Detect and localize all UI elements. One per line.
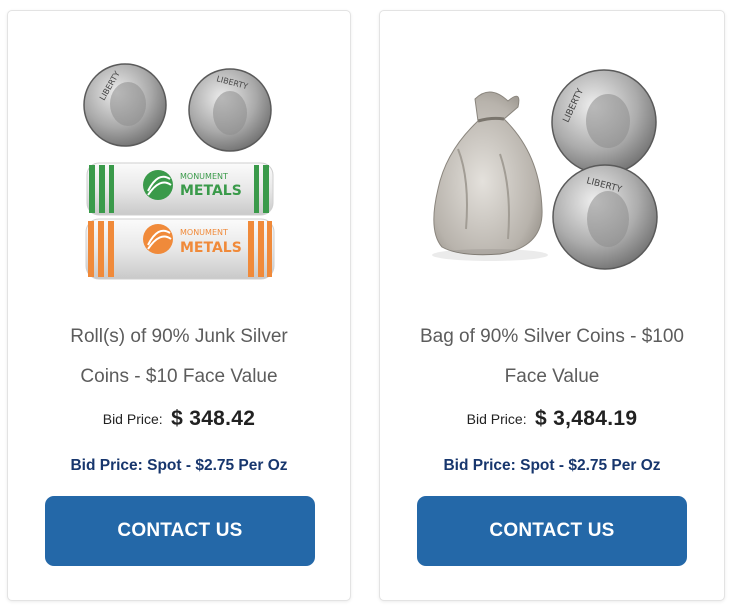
bid-spot-text: Bid Price: Spot - $2.75 Per Oz <box>70 457 288 474</box>
bid-price: Bid Price: $ 3,484.19 <box>380 407 724 431</box>
product-title-line1[interactable]: Roll(s) of 90% Junk Silver <box>8 317 350 357</box>
contact-us-button[interactable]: CONTACT US <box>45 496 315 566</box>
roll-brand-line2: METALS <box>180 183 242 199</box>
product-title[interactable]: Roll(s) of 90% Junk Silver Coins - $10 F… <box>8 317 350 397</box>
bid-price-value: $ 3,484.19 <box>535 407 638 430</box>
product-title[interactable]: Bag of 90% Silver Coins - $100 Face Valu… <box>380 317 724 397</box>
roll-brand-line2: METALS <box>180 240 242 256</box>
product-title-line1[interactable]: Bag of 90% Silver Coins - $100 <box>380 317 724 357</box>
product-title-line2[interactable]: Face Value <box>380 357 724 397</box>
bid-spot-text: Bid Price: Spot - $2.75 Per Oz <box>443 457 661 474</box>
contact-us-button[interactable]: CONTACT US <box>417 496 687 566</box>
coin-bag-image[interactable]: LIBERTY LIBERTY <box>380 59 724 299</box>
bid-price-label: Bid Price: <box>466 411 527 427</box>
roll-brand-line1: MONUMENT <box>180 172 228 181</box>
product-card-junk-silver-rolls: LIBERTY LIBERTY MONUMENT METALS MONUMENT… <box>7 10 351 601</box>
bid-price-label: Bid Price: <box>102 411 163 427</box>
bid-price-value: $ 348.42 <box>171 407 256 430</box>
coin-rolls-image[interactable]: LIBERTY LIBERTY MONUMENT METALS MONUMENT… <box>8 59 350 299</box>
product-title-line2[interactable]: Coins - $10 Face Value <box>8 357 350 397</box>
roll-brand-line1: MONUMENT <box>180 228 228 237</box>
bid-price: Bid Price: $ 348.42 <box>8 407 350 431</box>
product-card-silver-bag: LIBERTY LIBERTY Bag of 90% Silver Coins … <box>379 10 725 601</box>
